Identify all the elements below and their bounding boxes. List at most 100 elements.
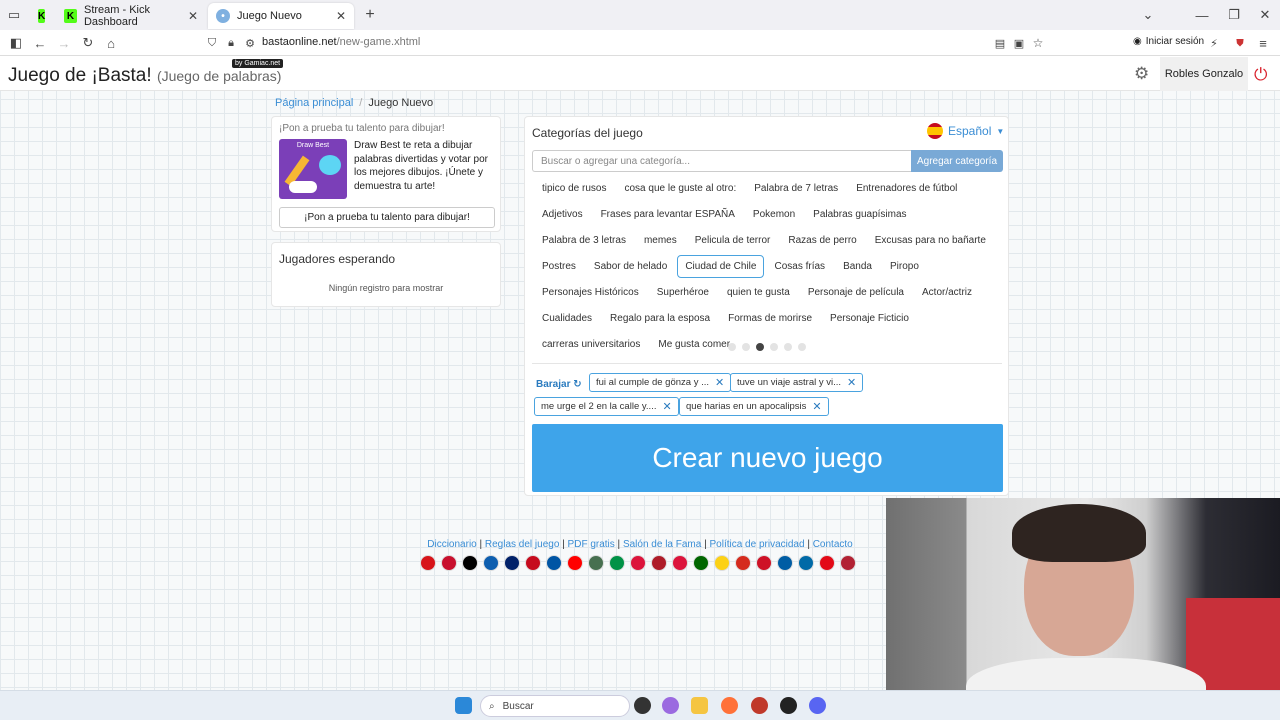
lock-icon[interactable]: 🔒︎ <box>221 33 241 53</box>
draw-best-button[interactable]: ¡Pon a prueba tu talento para dibujar! <box>279 207 495 228</box>
language-flag-icon[interactable] <box>777 555 793 571</box>
category-chip[interactable]: Personaje de película <box>800 281 912 304</box>
category-chip[interactable]: Formas de morirse <box>720 307 820 330</box>
tab-kick-pinned[interactable]: K <box>30 3 54 29</box>
draw-best-image[interactable]: Draw Best <box>279 139 347 199</box>
category-chip[interactable]: Me gusta comer <box>650 333 738 356</box>
language-flag-icon[interactable] <box>525 555 541 571</box>
pagination-dot[interactable] <box>728 343 736 351</box>
language-flag-icon[interactable] <box>735 555 751 571</box>
language-flag-icon[interactable] <box>462 555 478 571</box>
language-flag-icon[interactable] <box>609 555 625 571</box>
language-flag-icon[interactable] <box>756 555 772 571</box>
category-chip[interactable]: tipico de rusos <box>534 177 614 200</box>
language-flag-icon[interactable] <box>567 555 583 571</box>
category-chip[interactable]: Ciudad de Chile <box>677 255 765 278</box>
language-flag-icon[interactable] <box>630 555 646 571</box>
tab-stream-kick-dashboard[interactable]: K Stream - Kick Dashboard ✕ <box>56 3 206 29</box>
selected-category[interactable]: tuve un viaje astral y vi... ✕ <box>730 373 864 392</box>
obs-icon[interactable] <box>780 697 797 714</box>
by-badge[interactable]: by Gamiac.net <box>232 59 284 68</box>
category-chip[interactable]: Banda <box>835 255 880 278</box>
back-icon[interactable]: ← <box>30 33 50 53</box>
pagination-dot[interactable] <box>742 343 750 351</box>
maximize-icon[interactable]: ❐ <box>1224 5 1244 25</box>
page-title[interactable]: Juego de ¡Basta! (Juego de palabras) <box>8 65 281 87</box>
footer-link-hall-of-fame[interactable]: Salón de la Fama <box>623 539 701 550</box>
permissions-icon[interactable]: ⚙ <box>240 33 260 53</box>
category-chip[interactable]: Postres <box>534 255 584 278</box>
tab-juego-nuevo[interactable]: • Juego Nuevo ✕ <box>208 3 354 29</box>
ublock-icon[interactable]: ⛊ <box>1230 33 1250 53</box>
category-chip[interactable]: Pelicula de terror <box>687 229 779 252</box>
breadcrumb-home-link[interactable]: Página principal <box>275 97 353 109</box>
language-flag-icon[interactable] <box>840 555 856 571</box>
pagination-dot[interactable] <box>784 343 792 351</box>
tab-list-icon[interactable]: ▭ <box>4 5 24 25</box>
close-window-icon[interactable]: ✕ <box>1255 5 1275 25</box>
reader-view-icon[interactable]: ▤ <box>990 33 1010 53</box>
add-category-button[interactable]: Agregar categoría <box>911 150 1003 172</box>
minimize-icon[interactable]: — <box>1192 5 1212 25</box>
category-chip[interactable]: Superhéroe <box>649 281 717 304</box>
remove-icon[interactable]: ✕ <box>662 400 671 413</box>
category-search-input[interactable] <box>532 150 912 172</box>
language-flag-icon[interactable] <box>420 555 436 571</box>
language-flag-icon[interactable] <box>672 555 688 571</box>
language-flag-icon[interactable] <box>798 555 814 571</box>
language-flag-icon[interactable] <box>546 555 562 571</box>
firefox-icon[interactable] <box>721 697 738 714</box>
chevron-down-icon[interactable]: ⌄ <box>1138 5 1158 25</box>
language-flag-icon[interactable] <box>504 555 520 571</box>
language-flag-icon[interactable] <box>819 555 835 571</box>
category-chip[interactable]: Excusas para no bañarte <box>867 229 994 252</box>
category-chip[interactable]: memes <box>636 229 685 252</box>
category-chip[interactable]: Cosas frías <box>766 255 833 278</box>
category-chip[interactable]: Sabor de helado <box>586 255 675 278</box>
windows-start-icon[interactable] <box>455 697 472 714</box>
app-icon[interactable] <box>751 697 768 714</box>
category-chip[interactable]: Cualidades <box>534 307 600 330</box>
category-chip[interactable]: Palabra de 7 letras <box>746 177 846 200</box>
category-chip[interactable]: quien te gusta <box>719 281 798 304</box>
sidebar-icon[interactable]: ◧ <box>6 33 26 53</box>
category-chip[interactable]: Razas de perro <box>780 229 864 252</box>
forward-icon[interactable]: → <box>54 33 74 53</box>
category-chip[interactable]: Regalo para la esposa <box>602 307 718 330</box>
remove-icon[interactable]: ✕ <box>847 376 856 389</box>
language-flag-icon[interactable] <box>651 555 667 571</box>
language-dropdown[interactable]: Español ▼ <box>927 123 1004 139</box>
remove-icon[interactable]: ✕ <box>715 376 724 389</box>
menu-icon[interactable]: ≡ <box>1253 33 1273 53</box>
gear-icon[interactable]: ⚙ <box>1134 64 1149 84</box>
extensions-icon[interactable]: ⚡ <box>1204 33 1224 53</box>
file-explorer-icon[interactable] <box>691 697 708 714</box>
selected-category[interactable]: fui al cumple de gönza y ... ✕ <box>589 373 732 392</box>
language-flag-icon[interactable] <box>483 555 499 571</box>
footer-link-dictionary[interactable]: Diccionario <box>427 539 476 550</box>
category-chip[interactable]: Personaje Ficticio <box>822 307 917 330</box>
shuffle-button[interactable]: Barajar ↻ <box>536 379 582 390</box>
bookmark-star-icon[interactable]: ☆ <box>1028 33 1048 53</box>
address-bar[interactable]: bastaonline.net/new-game.xhtml <box>262 36 420 48</box>
category-chip[interactable]: Palabras guapísimas <box>805 203 914 226</box>
discord-icon[interactable] <box>809 697 826 714</box>
close-icon[interactable]: ✕ <box>188 9 198 23</box>
language-flag-icon[interactable] <box>714 555 730 571</box>
category-chip[interactable]: Palabra de 3 letras <box>534 229 634 252</box>
pocket-icon[interactable]: ▣ <box>1009 33 1029 53</box>
footer-link-privacy[interactable]: Política de privacidad <box>709 539 804 550</box>
category-chip[interactable]: Entrenadores de fútbol <box>848 177 965 200</box>
category-chip[interactable]: Frases para levantar ESPAÑA <box>593 203 743 226</box>
pagination-dot[interactable] <box>798 343 806 351</box>
category-chip[interactable]: Actor/actriz <box>914 281 980 304</box>
language-flag-icon[interactable] <box>441 555 457 571</box>
footer-link-pdf[interactable]: PDF gratis <box>568 539 615 550</box>
pagination-dot[interactable] <box>770 343 778 351</box>
shield-icon[interactable]: ⛉ <box>202 33 222 53</box>
pagination-dot[interactable] <box>756 343 764 351</box>
signin-button[interactable]: ◉ Iniciar sesión <box>1133 36 1204 47</box>
reload-icon[interactable]: ↻ <box>78 33 98 53</box>
category-chip[interactable]: Piropo <box>882 255 927 278</box>
widgets-icon[interactable] <box>662 697 679 714</box>
